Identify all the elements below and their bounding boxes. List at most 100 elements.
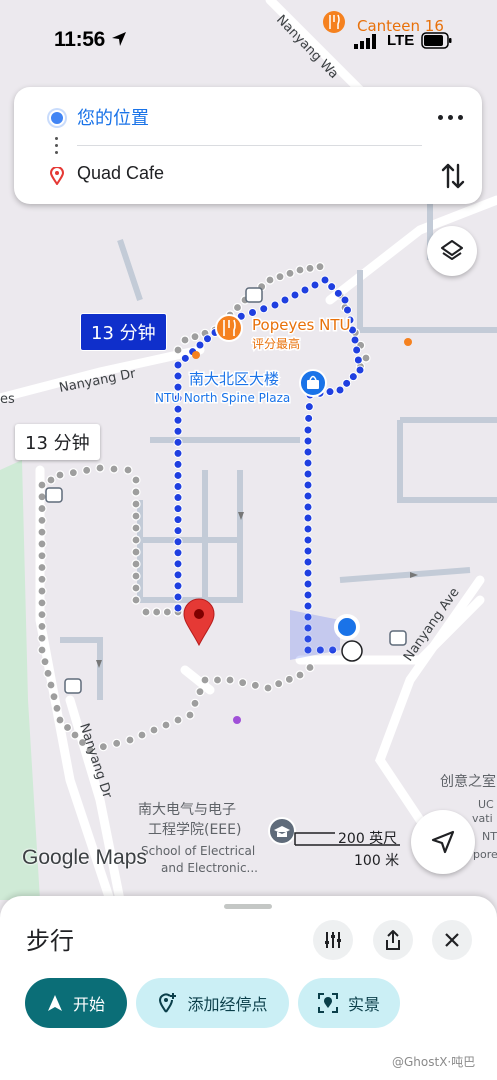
route-dot — [173, 448, 183, 458]
alt-route-dot — [112, 738, 122, 748]
alt-route-dot — [37, 645, 47, 655]
alt-route-dot — [131, 487, 141, 497]
alt-route-dot — [152, 607, 162, 617]
route-dot — [303, 535, 313, 545]
alt-route-dot — [95, 463, 105, 473]
route-dot — [310, 280, 320, 290]
alt-route-dot — [40, 657, 50, 667]
location-pin-icon — [50, 167, 64, 185]
route-dot — [173, 592, 183, 602]
alt-route-dot — [46, 475, 56, 485]
route-dot — [325, 387, 335, 397]
alt-route-dot — [131, 523, 141, 533]
alt-route-dot — [123, 465, 133, 475]
alt-route-dot — [49, 692, 59, 702]
north-spine-label-en: NTU North Spine Plaza — [155, 391, 290, 405]
school-icon[interactable] — [268, 817, 296, 845]
route-connector — [55, 137, 58, 158]
alt-route-dot — [295, 265, 305, 275]
route-time-label[interactable]: 13 分钟 — [80, 313, 167, 351]
alt-route-dot — [305, 662, 315, 673]
route-dot — [303, 458, 313, 468]
alt-route-dot — [131, 535, 141, 545]
alt-route-dot — [37, 492, 47, 502]
share-icon[interactable] — [373, 920, 413, 960]
eee-label: 工程学院(EEE) — [148, 822, 241, 838]
eee-label: 南大电气与电子 — [138, 802, 236, 818]
route-dot — [173, 470, 183, 480]
drag-handle[interactable] — [224, 904, 272, 909]
layers-icon[interactable] — [427, 226, 477, 276]
bus-stop-icon — [64, 678, 82, 694]
alt-route-dot — [131, 559, 141, 569]
alt-route-dot — [190, 698, 200, 708]
alt-route-dot — [70, 730, 80, 740]
alt-route-dot — [361, 353, 371, 363]
alt-route-dot — [180, 335, 190, 345]
alt-route-dot — [284, 674, 294, 684]
alt-route-dot — [131, 475, 141, 485]
restaurant-icon[interactable] — [215, 314, 243, 342]
poi-label: 创意之室 — [440, 773, 496, 790]
shopping-icon[interactable] — [299, 369, 327, 397]
start-button[interactable]: 开始 — [25, 978, 127, 1028]
close-icon[interactable] — [432, 920, 472, 960]
route-dot — [303, 480, 313, 490]
alt-route-dot — [37, 574, 47, 584]
navigation-arrow-icon — [47, 995, 62, 1011]
alt-route-dot — [43, 668, 53, 678]
alt-route-dot — [212, 675, 223, 685]
route-dot — [280, 295, 290, 305]
alt-route-dot — [109, 464, 119, 474]
alt-route-dot — [295, 670, 305, 680]
route-card: 您的位置 Quad Cafe — [14, 87, 482, 204]
route-dot — [290, 290, 300, 300]
route-dot — [355, 365, 365, 375]
route-dot — [173, 459, 183, 469]
route-dot — [173, 515, 183, 525]
route-dot — [343, 305, 352, 315]
alt-route-dot — [250, 680, 260, 690]
add-stop-button[interactable]: 添加经停点 — [136, 978, 289, 1028]
route-dot — [350, 335, 360, 345]
route-dot — [173, 504, 183, 514]
road-label: es — [0, 392, 15, 407]
scale-feet: 200 英尺 — [338, 831, 398, 847]
alt-route-dot — [52, 703, 62, 713]
alt-route-dot — [131, 547, 141, 557]
route-dot — [335, 385, 345, 395]
travel-mode-title: 步行 — [26, 927, 74, 955]
route-dot — [342, 378, 352, 388]
alt-route-dot — [131, 571, 141, 581]
live-view-label: 实景 — [347, 995, 380, 1014]
live-view-button[interactable]: 实景 — [298, 978, 400, 1028]
alt-route-time-label[interactable]: 13 分钟 — [15, 424, 100, 460]
route-dot — [173, 603, 183, 613]
more-icon[interactable] — [436, 107, 466, 127]
route-dot — [173, 493, 183, 503]
alt-route-dot — [149, 725, 159, 735]
route-dot — [203, 334, 212, 344]
alt-route-dot — [285, 268, 295, 278]
navigation-arrow-icon — [112, 32, 126, 46]
destination-field[interactable]: Quad Cafe — [77, 163, 164, 184]
alt-route-dot — [82, 465, 92, 475]
alt-route-dot — [37, 633, 47, 643]
live-view-icon — [317, 993, 338, 1013]
my-location-icon[interactable] — [411, 810, 475, 874]
swap-icon[interactable] — [440, 161, 466, 191]
sliders-icon[interactable] — [313, 920, 353, 960]
alt-route-dot — [46, 680, 56, 690]
popeyes-label: Popeyes NTU — [252, 316, 351, 334]
route-dot — [180, 353, 190, 363]
alt-route-dot — [37, 598, 47, 608]
origin-field[interactable]: 您的位置 — [77, 104, 149, 130]
status-time: 11:56 — [54, 28, 106, 51]
route-dot — [353, 355, 363, 365]
alt-route-dot — [37, 527, 47, 537]
route-dot — [270, 300, 280, 310]
alt-route-dot — [131, 583, 141, 593]
alt-route-dot — [190, 332, 200, 342]
signal-icon — [354, 34, 376, 49]
alt-route-dot — [37, 610, 47, 620]
